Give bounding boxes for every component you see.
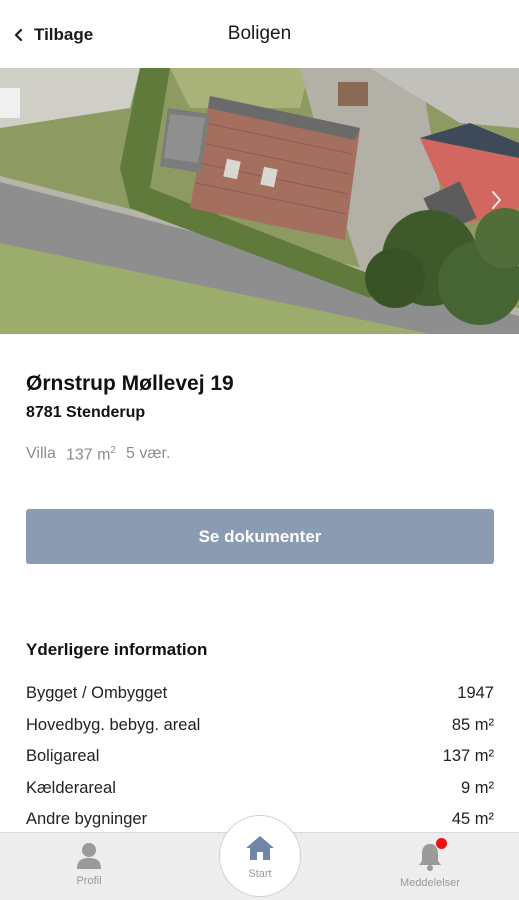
info-label: Andre bygninger [26,810,148,829]
person-icon [77,843,101,869]
notification-badge [436,838,447,849]
info-value: 137 m² [442,747,494,766]
info-value: 45 m² [451,810,494,829]
info-row: Kælderareal 9 m² [26,773,494,805]
property-postal-city: 8781 Stenderup [26,404,146,421]
tab-profile[interactable]: Profil [62,841,116,887]
info-label: Kælderareal [26,778,116,797]
tab-start[interactable]: Start [219,815,301,897]
info-row: Hovedbyg. bebyg. areal 85 m² [26,710,494,742]
property-rooms: 5 vær. [125,445,171,462]
property-summary: Villa 137 m2 5 vær. [26,445,170,464]
navigation-header: Tilbage Boligen [0,0,519,68]
aerial-photo-image [0,68,519,334]
info-value: 1947 [457,684,494,703]
notification-bell [416,838,447,873]
tab-profile-label: Profil [76,875,102,887]
info-label: Hovedbyg. bebyg. areal [26,715,201,734]
home-icon [246,836,274,860]
property-address: Ørnstrup Møllevej 19 [26,372,234,395]
info-label: Boligareal [26,747,100,766]
info-row: Boligareal 137 m² [26,741,494,773]
tab-notifications-label: Meddelelser [400,877,460,889]
info-label: Bygget / Ombygget [26,684,168,703]
additional-info-table: Bygget / Ombygget 1947 Hovedbyg. bebyg. … [26,678,494,836]
property-type: Villa [26,445,56,462]
tab-notifications[interactable]: Meddelelser [384,838,476,889]
property-area: 137 m2 [65,445,116,464]
property-aerial-photo[interactable] [0,68,519,334]
info-value: 9 m² [461,778,494,797]
page-title: Boligen [227,23,292,44]
info-row: Bygget / Ombygget 1947 [26,678,494,710]
additional-info-heading: Yderligere information [26,640,208,659]
chevron-right-icon[interactable] [489,188,505,212]
tab-start-label: Start [248,868,272,880]
info-value: 85 m² [451,715,494,734]
see-documents-button[interactable]: Se dokumenter [26,509,494,564]
